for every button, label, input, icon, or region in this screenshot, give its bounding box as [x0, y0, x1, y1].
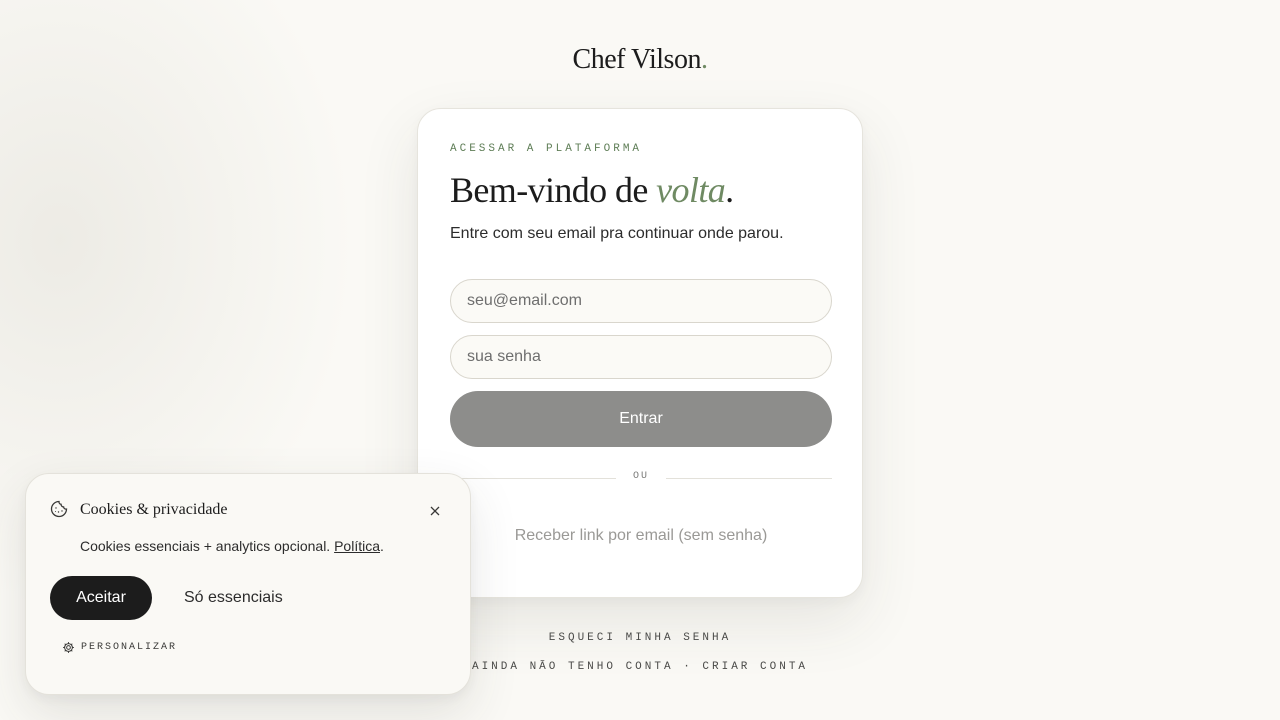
brand-dot: .: [700, 44, 708, 75]
title-emphasis: volta: [656, 170, 726, 210]
forgot-password-link[interactable]: ESQUECI MINHA SENHA: [549, 632, 731, 644]
page-title: Bem-vindo de volta.: [450, 169, 734, 211]
cookie-close-button[interactable]: [426, 502, 444, 520]
divider-line-right: [666, 478, 832, 479]
policy-link[interactable]: Política: [334, 538, 380, 554]
login-eyebrow: ACESSAR A PLATAFORMA: [450, 143, 643, 155]
brand-name: Chef Vilson: [572, 44, 702, 75]
cookie-icon: [50, 500, 68, 518]
create-account-link[interactable]: CRIAR CONTA: [702, 661, 808, 673]
customize-cookies-button[interactable]: PERSONALIZAR: [62, 641, 177, 654]
title-prefix: Bem-vindo de: [450, 170, 657, 210]
login-page: Chef Vilson. ACESSAR A PLATAFORMA Bem-vi…: [0, 0, 1280, 720]
login-card: ACESSAR A PLATAFORMA Bem-vindo de volta.…: [417, 108, 863, 598]
essentials-only-button[interactable]: Só essenciais: [172, 576, 295, 620]
cookie-text: Cookies essenciais + analytics opcional.…: [80, 538, 384, 554]
close-icon: [430, 506, 440, 516]
no-account-text: AINDA NÃO TENHO CONTA: [471, 661, 674, 673]
cookie-text-body: Cookies essenciais + analytics opcional.: [80, 538, 335, 554]
brand-logo: Chef Vilson.: [0, 44, 1280, 76]
login-submit-button[interactable]: Entrar: [450, 391, 832, 447]
customize-label: PERSONALIZAR: [81, 642, 178, 653]
or-divider: OU: [450, 471, 832, 485]
title-suffix: .: [725, 170, 734, 210]
gear-icon: [63, 642, 74, 653]
cookie-text-end: .: [380, 538, 384, 554]
cookie-title: Cookies & privacidade: [80, 501, 228, 518]
password-field[interactable]: [450, 335, 832, 379]
login-subtitle: Entre com seu email pra continuar onde p…: [450, 225, 784, 242]
magic-link-button[interactable]: Receber link por email (sem senha): [450, 527, 832, 545]
email-field[interactable]: [450, 279, 832, 323]
divider-label: OU: [632, 471, 649, 482]
accept-cookies-button[interactable]: Aceitar: [50, 576, 152, 620]
signup-separator: ·: [673, 661, 703, 673]
cookie-banner: Cookies & privacidade Cookies essenciais…: [25, 473, 471, 695]
